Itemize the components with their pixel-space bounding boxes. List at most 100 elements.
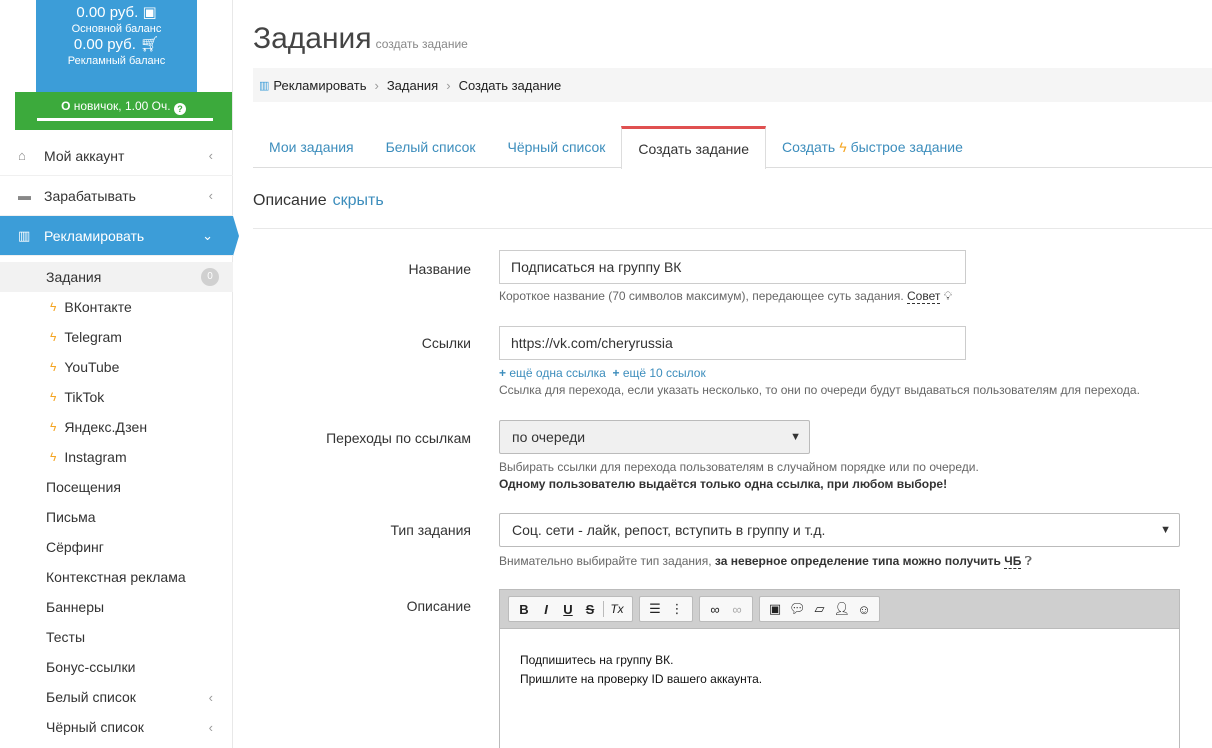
add-ten-links[interactable]: + ещё 10 ссылок [612,366,705,380]
divider [253,228,1212,229]
main-nav: ⌂ Мой аккаунт ‹ ▬ Зарабатывать ‹ ▥ Рекла… [0,136,239,256]
nav-earn[interactable]: ▬ Зарабатывать ‹ [0,176,233,216]
bold-button[interactable]: B [513,602,535,617]
bolt-icon: ϟ [50,360,57,374]
breadcrumb-root[interactable]: Рекламировать [273,78,366,93]
chevron-left-icon: ‹ [208,188,213,203]
submenu-youtube[interactable]: ϟ YouTube [0,352,233,382]
tab-create-task[interactable]: Создать задание [621,126,767,169]
name-input[interactable]: Подписаться на группу ВК [499,250,966,284]
submenu-tiktok[interactable]: ϟ TikTok [0,382,233,412]
add-ten-links-label: ещё 10 ссылок [622,366,706,380]
submenu-surfing-label: Сёрфинг [46,539,104,555]
smiley-icon[interactable]: ☺ [853,602,875,617]
numbered-list-icon[interactable]: ☰ [644,601,666,617]
description-line-2: Пришлите на проверку ID вашего аккаунта. [520,672,763,686]
bolt-icon: ϟ [50,300,57,314]
submenu-blacklist-label: Чёрный список [46,719,144,735]
submenu-vk-label: ВКонтакте [64,299,132,315]
bar-chart-icon: ▥ [259,79,270,92]
speech-bubble-icon[interactable]: 💬︎ [786,601,809,617]
tasks-count-badge: 0 [201,268,219,286]
description-line-1: Подпишитесь на группу ВК. [520,653,674,667]
tab-my-tasks[interactable]: Мои задания [253,126,370,168]
underline-button[interactable]: U [557,602,579,617]
level-box[interactable]: O новичок, 1.00 Оч. ? [15,92,232,130]
submenu-blacklist[interactable]: Чёрный список ‹ [0,712,233,742]
submenu-visits[interactable]: Посещения [0,472,233,502]
tip-link[interactable]: Совет [907,289,941,304]
add-one-link[interactable]: + ещё одна ссылка [499,366,606,380]
order-select-value: по очереди [512,429,586,445]
tab-whitelist[interactable]: Белый список [370,126,492,168]
submenu-dzen[interactable]: ϟ Яндекс.Дзен [0,412,233,442]
type-select-value: Соц. сети - лайк, репост, вступить в гру… [512,522,826,538]
submenu-tests[interactable]: Тесты [0,622,233,652]
chevron-down-icon: ▼ [1160,524,1171,536]
submenu-bonus-label: Бонус-ссылки [46,659,136,675]
submenu-banners-label: Баннеры [46,599,105,615]
submenu-dzen-label: Яндекс.Дзен [64,419,148,435]
image-icon[interactable]: ▣ [764,601,786,617]
note-icon[interactable]: ▱ [809,601,831,617]
submenu-tasks-label: Задания [46,269,102,285]
submenu-surfing[interactable]: Сёрфинг [0,532,233,562]
bolt-icon: ϟ [839,139,847,155]
balance-box: 0.00 руб. ▣ Основной баланс 0.00 руб. 🛒︎… [36,0,197,92]
level-text: новичок, 1.00 Оч. [73,99,171,113]
tabs: Мои задания Белый список Чёрный список С… [253,126,1212,169]
unlink-icon[interactable]: ∞ [726,602,748,617]
description-label: Описание [406,598,471,614]
blacklist-tag-link[interactable]: ЧБ [1004,554,1022,569]
section-header: Описание скрыть [253,192,384,210]
nav-my-account[interactable]: ⌂ Мой аккаунт ‹ [0,136,233,176]
tab-quick-task[interactable]: Создать ϟ быстрое задание [766,126,979,168]
links-help-text: Ссылка для перехода, если указать нескол… [499,383,1140,397]
submenu-visits-label: Посещения [46,479,121,495]
submenu-tasks[interactable]: Задания 0 [0,262,233,292]
submenu-banners[interactable]: Баннеры [0,592,233,622]
breadcrumb-separator: › [374,77,379,93]
links-input[interactable]: https://vk.com/cheryrussia [499,326,966,360]
tab-blacklist[interactable]: Чёрный список [492,126,622,168]
plus-icon: + [612,366,620,380]
submenu-telegram[interactable]: ϟ Telegram [0,322,233,352]
briefcase-icon: ▬ [18,188,31,203]
submenu-whitelist[interactable]: Белый список ‹ [0,682,233,712]
bolt-icon: ϟ [50,450,57,464]
editor-body[interactable]: Подпишитесь на группу ВК. Пришлите на пр… [500,629,1179,711]
strike-button[interactable]: S [579,602,601,617]
submenu-letters[interactable]: Письма [0,502,233,532]
submenu-context-label: Контекстная реклама [46,569,186,585]
chevron-left-icon: ‹ [208,148,213,163]
type-help-text: Внимательно выбирайте тип задания, [499,554,712,568]
advertise-submenu: Задания 0 ϟ ВКонтакте ϟ Telegram ϟ YouTube ϟ… [0,262,233,742]
hide-link[interactable]: скрыть [333,192,384,209]
order-select[interactable]: по очереди ▼ [499,420,810,454]
submenu-vk[interactable]: ϟ ВКонтакте [0,292,233,322]
add-one-link-label: ещё одна ссылка [509,366,606,380]
breadcrumb-separator: › [446,77,451,93]
chevron-left-icon: ‹ [208,689,213,705]
chevron-left-icon: ‹ [208,719,213,735]
quick-task-prefix: Создать [782,139,836,155]
help-icon[interactable]: ? [173,103,186,115]
clear-format-button[interactable]: Tx [606,602,628,616]
order-help-text: Выбирать ссылки для перехода пользовател… [499,460,979,474]
bullet-list-icon[interactable]: ⋮ [666,601,688,617]
user-icon[interactable]: 👤︎ [831,601,854,617]
nav-advertise[interactable]: ▥ Рекламировать ⌄ [0,216,239,256]
submenu-bonus[interactable]: Бонус-ссылки [0,652,233,682]
list-group: ☰ ⋮ [639,596,693,622]
link-icon[interactable]: ∞ [704,602,726,617]
submenu-context[interactable]: Контекстная реклама [0,562,233,592]
name-help-text: Короткое название (70 символов максимум)… [499,289,904,303]
breadcrumb-tasks[interactable]: Задания [387,78,438,93]
question-circle-icon[interactable]: ❓︎ [1025,554,1032,568]
submenu-instagram[interactable]: ϟ Instagram [0,442,233,472]
submenu-instagram-label: Instagram [64,449,127,465]
toolbar-separator [603,601,604,617]
submenu-whitelist-label: Белый список [46,689,136,705]
italic-button[interactable]: I [535,602,557,617]
type-select[interactable]: Соц. сети - лайк, репост, вступить в гру… [499,513,1180,547]
